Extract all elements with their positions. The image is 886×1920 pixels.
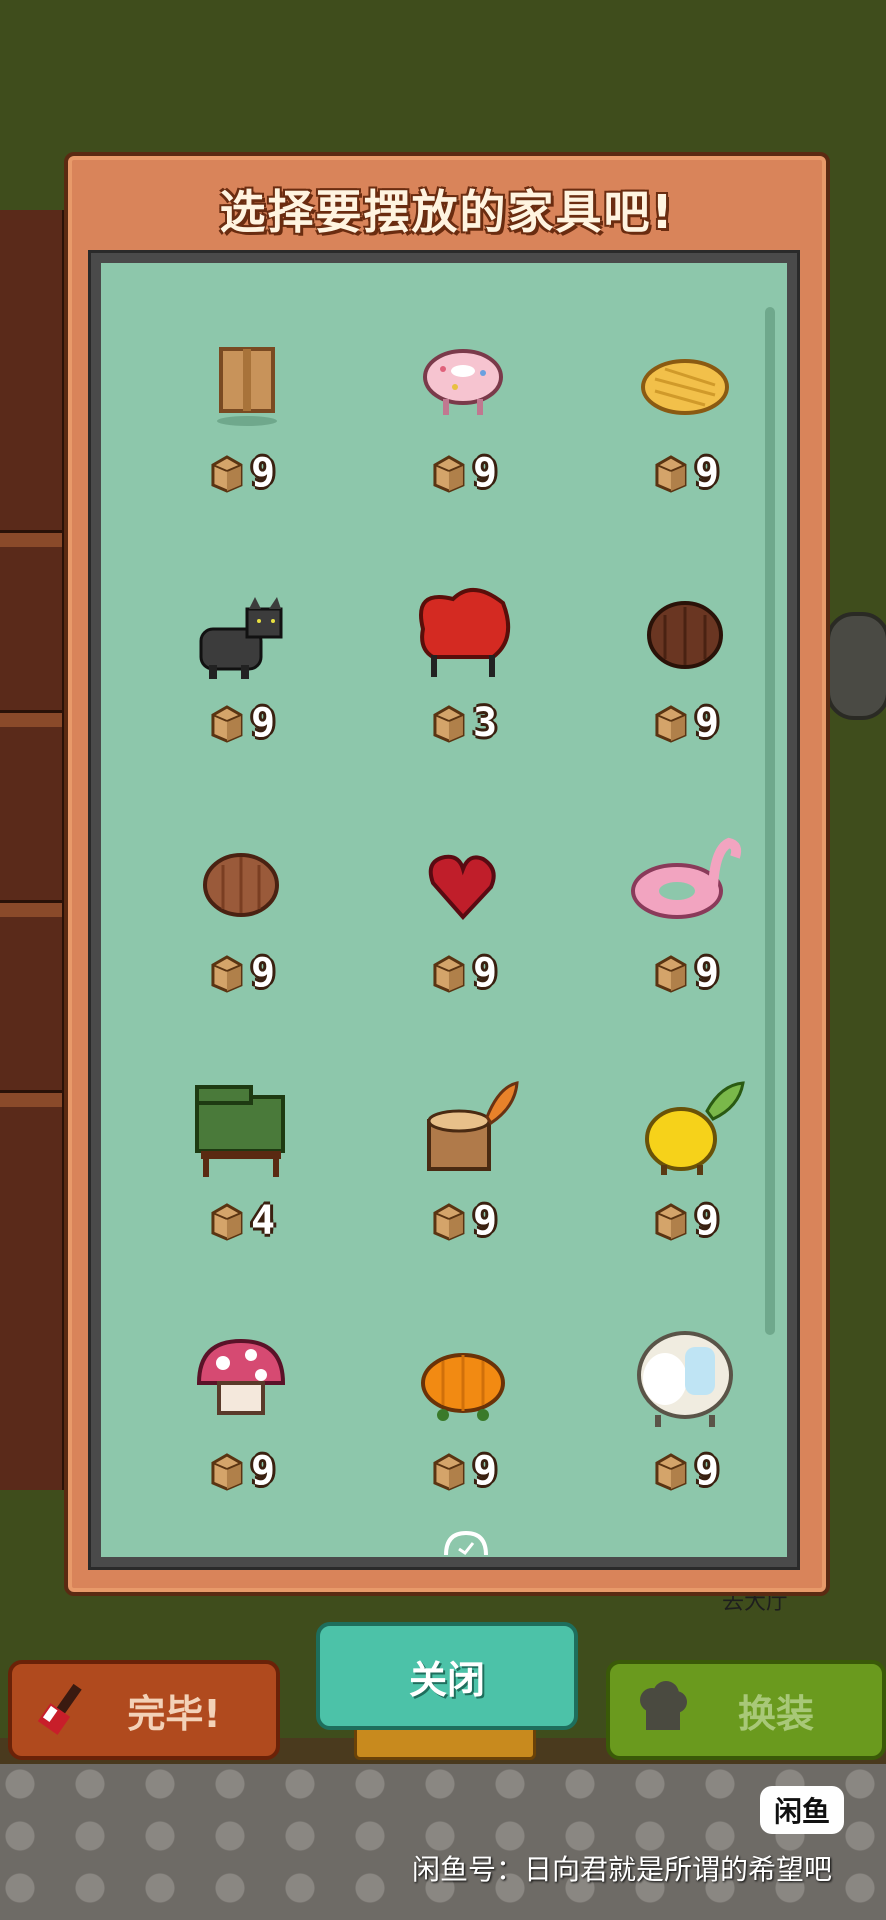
furniture-item[interactable]: 9: [585, 1327, 785, 1527]
box-icon: [211, 1203, 243, 1241]
item-count: 9: [429, 1447, 497, 1495]
box-icon: [211, 705, 243, 743]
shelf: [0, 710, 62, 727]
item-count: 9: [429, 449, 497, 497]
item-count-number: 9: [694, 700, 720, 746]
mushroom-stool-icon: [196, 1338, 286, 1415]
box-icon: [655, 705, 687, 743]
furniture-grid[interactable]: 9 9 9 9 3 9 9 9 9 4 9 9 9 9 9: [101, 263, 787, 1557]
item-count-number: 9: [694, 1448, 720, 1494]
melon-bread-cushion-icon: [641, 359, 729, 415]
item-count-number: 9: [250, 1448, 276, 1494]
item-count: 9: [429, 949, 497, 997]
finish-button[interactable]: 完毕!: [8, 1660, 280, 1760]
item-count-number: 4: [250, 1198, 276, 1244]
green-armchair-icon: [195, 1085, 285, 1177]
box-icon: [655, 1203, 687, 1241]
furniture-item[interactable]: 9: [585, 829, 785, 1029]
cardboard-box-icon: [217, 347, 277, 426]
item-count: 9: [651, 949, 719, 997]
item-count: 9: [651, 1197, 719, 1245]
chef-hat-icon: [640, 1681, 687, 1730]
red-armchair-icon: [419, 588, 511, 677]
item-count: 9: [207, 449, 275, 497]
box-icon: [211, 955, 243, 993]
xianyu-logo: 闲鱼: [760, 1786, 844, 1834]
furniture-item[interactable]: 9: [363, 1077, 563, 1277]
paintbrush-icon: [37, 1683, 82, 1735]
item-count: 9: [651, 449, 719, 497]
furniture-item[interactable]: 4: [141, 1077, 341, 1277]
rock-decoration: [826, 612, 886, 720]
shelf: [0, 530, 62, 547]
shelf: [0, 900, 62, 917]
furniture-item[interactable]: 9: [363, 829, 563, 1029]
item-count: 9: [429, 1197, 497, 1245]
box-icon: [433, 1203, 465, 1241]
watermark-text: 闲鱼号：日向君就是所谓的希望吧: [412, 1853, 833, 1886]
black-cat-chair-icon: [199, 597, 283, 679]
item-count-number: 9: [694, 1198, 720, 1244]
item-count-number: 9: [250, 950, 276, 996]
furniture-item[interactable]: 9: [141, 829, 341, 1029]
item-count: 9: [651, 1447, 719, 1495]
shop-wall-background: [0, 210, 66, 1490]
shelf: [0, 1090, 62, 1107]
red-heart-stool-icon: [428, 854, 496, 920]
box-icon: [433, 705, 465, 743]
box-icon: [655, 1453, 687, 1491]
item-count-number: 9: [472, 1448, 498, 1494]
box-icon: [211, 1453, 243, 1491]
furniture-item[interactable]: 3: [363, 579, 563, 779]
item-count: 4: [207, 1197, 275, 1245]
brown-stool-icon: [203, 853, 279, 917]
box-icon: [433, 455, 465, 493]
furniture-item[interactable]: 9: [141, 329, 341, 529]
furniture-select-panel: 选择要摆放的家具吧! 9 9 9 9 3 9 9 9 9 4 9 9 9 9 9: [64, 152, 830, 1596]
item-count: 3: [429, 699, 497, 747]
chocolate-stool-icon: [647, 601, 723, 669]
furniture-item[interactable]: 9: [585, 1077, 785, 1277]
item-count: 9: [207, 1447, 275, 1495]
item-count-number: 9: [472, 950, 498, 996]
furniture-item[interactable]: 9: [363, 1327, 563, 1527]
finish-button-label: 完毕!: [127, 1691, 221, 1736]
furniture-item[interactable]: 9: [585, 329, 785, 529]
close-button-label: 关闭: [408, 1657, 485, 1702]
item-count-number: 3: [472, 700, 498, 746]
loading-icon: [444, 1530, 488, 1556]
item-count-number: 9: [250, 700, 276, 746]
furniture-item[interactable]: 9: [363, 329, 563, 529]
item-count-number: 9: [472, 1198, 498, 1244]
furniture-item[interactable]: 9: [141, 1327, 341, 1527]
tree-stump-stool-icon: [427, 1081, 519, 1171]
furniture-grid-frame: 9 9 9 9 3 9 9 9 9 4 9 9 9 9 9: [88, 250, 800, 1570]
box-icon: [433, 1453, 465, 1491]
lemon-stool-icon: [645, 1081, 745, 1175]
item-count-number: 9: [472, 450, 498, 496]
box-icon: [433, 955, 465, 993]
donut-stool-icon: [423, 349, 503, 415]
egg-chair-icon: [637, 1331, 733, 1427]
item-count-number: 9: [694, 450, 720, 496]
item-count: 9: [207, 699, 275, 747]
panel-title: 选择要摆放的家具吧!: [219, 185, 675, 239]
item-count: 9: [651, 699, 719, 747]
box-icon: [211, 455, 243, 493]
item-count: 9: [207, 949, 275, 997]
furniture-item[interactable]: 9: [585, 579, 785, 779]
item-count-number: 9: [694, 950, 720, 996]
furniture-item[interactable]: 9: [141, 579, 341, 779]
swap-outfit-button-label: 换装: [737, 1691, 814, 1736]
box-icon: [655, 955, 687, 993]
item-count-number: 9: [250, 450, 276, 496]
swap-outfit-button[interactable]: 换装: [606, 1660, 886, 1760]
box-icon: [655, 455, 687, 493]
orange-stool-icon: [421, 1353, 505, 1421]
cobblestone-floor: [0, 1764, 886, 1920]
flamingo-float-icon: [631, 837, 742, 919]
close-button[interactable]: 关闭: [316, 1622, 578, 1730]
